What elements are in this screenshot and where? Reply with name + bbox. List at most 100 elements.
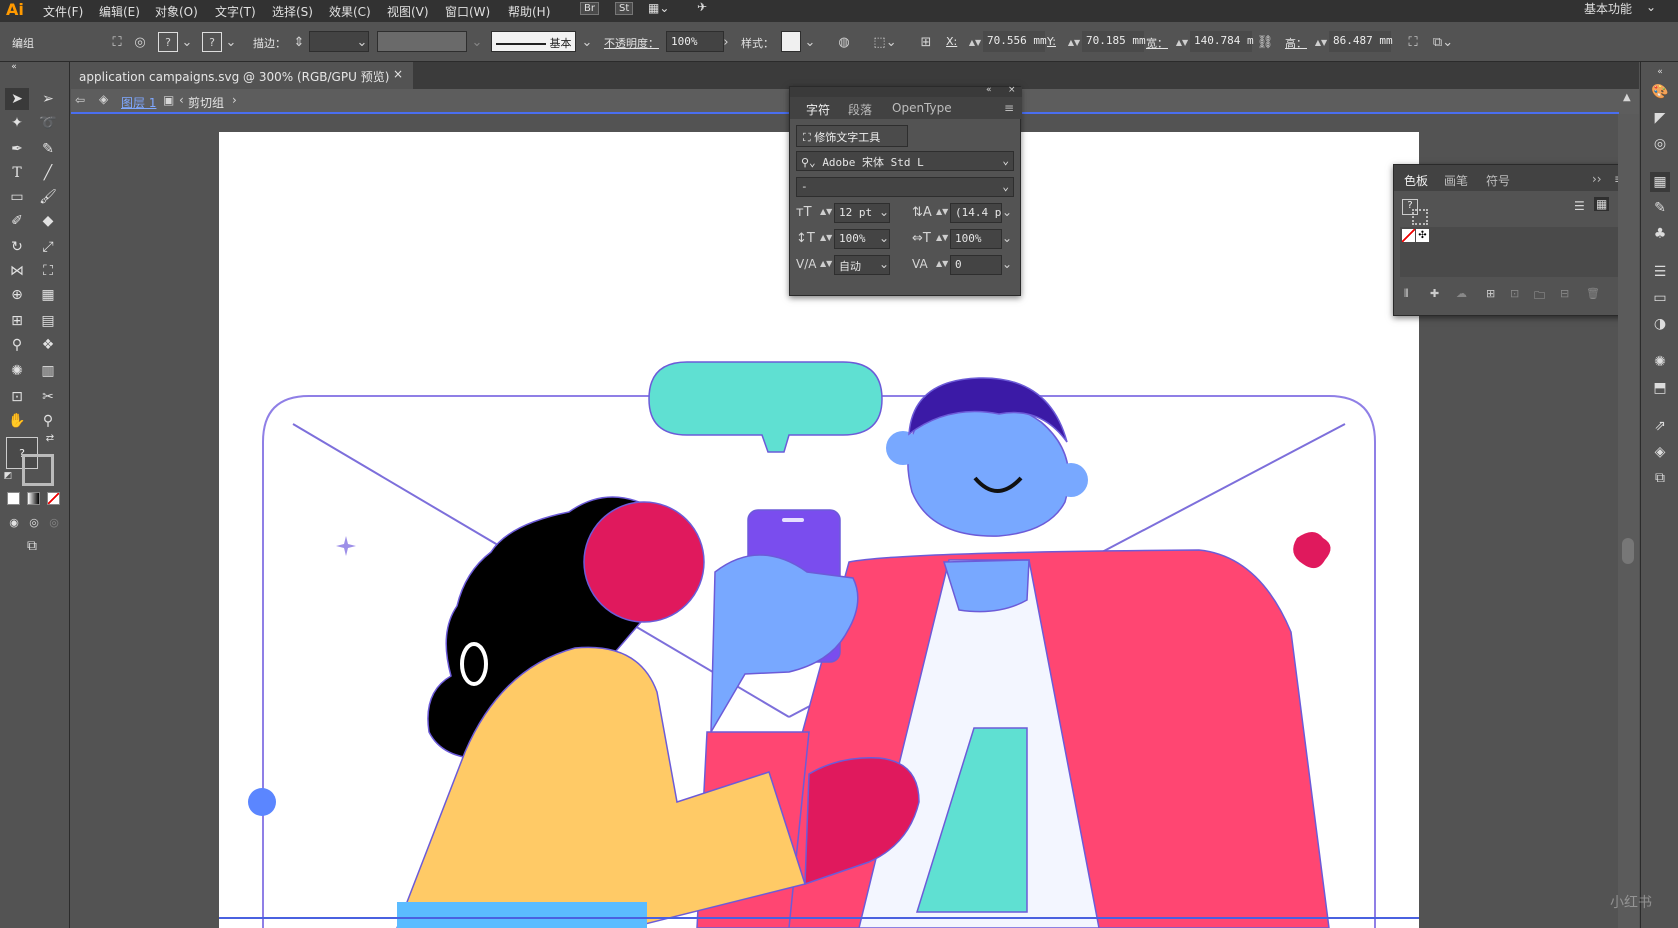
layers-panel-icon[interactable]: ◈ — [1650, 442, 1670, 462]
arrange-icon[interactable]: ⧉⌄ — [1433, 32, 1453, 52]
graphic-style-swatch[interactable] — [781, 31, 801, 52]
scale-tool-icon[interactable]: ⤢ — [36, 236, 60, 258]
width-field[interactable]: 140.784 m — [1190, 31, 1254, 52]
none-mode-icon[interactable] — [47, 492, 60, 505]
font-size-stepper[interactable]: ▲▼ — [820, 207, 832, 216]
eraser-tool-icon[interactable]: ◆ — [36, 210, 60, 232]
font-size-chevron-icon[interactable]: ⌄ — [879, 205, 889, 219]
horizontal-scale-chevron-icon[interactable]: ⌄ — [1002, 231, 1012, 245]
style-chevron-icon[interactable]: ⌄ — [800, 32, 820, 52]
shape-builder-tool-icon[interactable]: ⊕ — [5, 284, 29, 306]
menu-view[interactable]: 视图(V) — [387, 3, 429, 20]
menu-effect[interactable]: 效果(C) — [329, 3, 371, 20]
delete-swatch-icon[interactable]: 🗑 — [1586, 287, 1600, 300]
rotate-tool-icon[interactable]: ↻ — [5, 236, 29, 258]
artboards-panel-icon[interactable]: ⧉ — [1650, 468, 1670, 488]
tab-symbols[interactable]: 符号 — [1486, 172, 1510, 189]
document-setup-icon[interactable]: ◍ — [834, 32, 854, 52]
symbol-sprayer-tool-icon[interactable]: ✺ — [5, 360, 29, 382]
color-guide-icon[interactable]: ◤ — [1650, 108, 1670, 128]
tab-swatches[interactable]: 色板 — [1404, 172, 1428, 189]
color-mode-icon[interactable] — [7, 492, 20, 505]
free-transform-tool-icon[interactable]: ⛶ — [36, 260, 60, 282]
leading-field[interactable]: (14.4 p — [950, 203, 1002, 223]
draw-inside-icon[interactable]: ◎ — [42, 511, 66, 533]
slice-tool-icon[interactable]: ✂ — [36, 386, 60, 408]
workspace-switcher[interactable]: 基本功能 — [1584, 0, 1632, 17]
collapse-tools-icon[interactable]: « — [2, 62, 26, 72]
stroke-chevron-icon[interactable]: ⌄ — [221, 32, 241, 52]
horizontal-scale-stepper[interactable]: ▲▼ — [936, 233, 948, 242]
tab-character[interactable]: 字符 — [806, 101, 830, 118]
recolor-icon[interactable]: ◎ — [130, 32, 150, 52]
gpu-performance-icon[interactable]: ✈ — [697, 0, 707, 14]
stroke-panel-icon[interactable]: ☰ — [1650, 262, 1670, 282]
swatch-options-icon[interactable]: ⊡ — [1510, 287, 1519, 300]
selection-tool-icon[interactable]: ➤ — [5, 88, 29, 110]
font-family-field[interactable]: ⚲⌄ Adobe 宋体 Std L ⌄ — [796, 151, 1014, 171]
swap-fill-stroke-icon[interactable]: ⇄ — [44, 432, 56, 444]
height-field[interactable]: 86.487 mm — [1329, 31, 1393, 52]
app-logo[interactable]: Ai — [6, 0, 24, 19]
type-tool-icon[interactable]: T — [5, 162, 29, 184]
reference-point-icon[interactable]: ⊞ — [916, 32, 936, 52]
vertical-scale-stepper[interactable]: ▲▼ — [820, 233, 832, 242]
panel-collapse-icon[interactable]: « — [986, 85, 992, 95]
profile-chevron-icon[interactable]: ⌄ — [467, 32, 487, 52]
font-style-chevron-icon[interactable]: ⌄ — [1002, 180, 1009, 193]
brush-chevron-icon[interactable]: ⌄ — [577, 32, 597, 52]
arrange-documents-icon[interactable]: ▦⌄ — [648, 1, 669, 15]
brushes-panel-icon[interactable]: ✎ — [1650, 198, 1670, 218]
rectangle-tool-icon[interactable]: ▭ — [5, 186, 29, 208]
default-colors-icon[interactable]: ◩ — [2, 470, 14, 482]
swatches-panel-icon[interactable]: ▦ — [1650, 172, 1670, 192]
tab-paragraph[interactable]: 段落 — [848, 101, 872, 118]
perspective-grid-tool-icon[interactable]: ▦ — [36, 284, 60, 306]
constrain-proportions-icon[interactable]: ⛓ — [1255, 32, 1275, 52]
menu-select[interactable]: 选择(S) — [272, 3, 313, 20]
isolate-group-icon[interactable]: ⛶ — [107, 32, 127, 52]
new-swatch-icon[interactable]: ⊟ — [1560, 287, 1569, 300]
pen-tool-icon[interactable]: ✒ — [5, 138, 29, 160]
variable-width-profile[interactable] — [377, 31, 467, 52]
fill-swatch-button[interactable]: ? — [158, 32, 178, 52]
layer-name[interactable]: 图层 1 — [121, 94, 156, 111]
width-stepper[interactable]: ▲▼ — [1172, 32, 1192, 52]
collapse-dock-icon[interactable]: « — [1650, 62, 1670, 82]
recolor-panel-icon[interactable]: ◎ — [1650, 134, 1670, 154]
symbols-panel-icon[interactable]: ♣ — [1650, 224, 1670, 244]
color-panel-icon[interactable]: 🎨 — [1650, 82, 1670, 102]
current-stroke-swatch[interactable] — [1412, 209, 1428, 225]
line-tool-icon[interactable]: ╱ — [36, 162, 60, 184]
brush-definition-field[interactable]: 基本 — [491, 31, 576, 52]
vertical-scrollbar[interactable]: ▲ — [1618, 92, 1639, 928]
panel-close-icon[interactable]: × — [1008, 85, 1016, 95]
workspace-chevron-icon[interactable]: ⌄ — [1646, 0, 1656, 14]
direct-selection-tool-icon[interactable]: ➢ — [36, 88, 60, 110]
stroke-weight-chevron-icon[interactable]: ⌄ — [352, 32, 372, 52]
asset-export-panel-icon[interactable]: ⇗ — [1650, 416, 1670, 436]
tracking-stepper[interactable]: ▲▼ — [936, 259, 948, 268]
appearance-panel-icon[interactable]: ✺ — [1650, 352, 1670, 372]
tab-opentype[interactable]: OpenType — [892, 101, 952, 115]
curvature-tool-icon[interactable]: ✎ — [36, 138, 60, 160]
menu-help[interactable]: 帮助(H) — [508, 3, 550, 20]
back-arrow-icon[interactable]: ⇦ — [75, 93, 85, 107]
stock-button[interactable]: St — [615, 2, 634, 15]
stroke-weight-stepper[interactable]: ⇕ — [289, 32, 309, 52]
width-tool-icon[interactable]: ⋈ — [5, 260, 29, 282]
transparency-panel-icon[interactable]: ◑ — [1650, 314, 1670, 334]
x-field[interactable]: 70.556 mm — [983, 31, 1047, 52]
document-tab[interactable]: application campaigns.svg @ 300% (RGB/GP… — [71, 62, 413, 89]
fill-chevron-icon[interactable]: ⌄ — [177, 32, 197, 52]
x-stepper[interactable]: ▲▼ — [965, 32, 985, 52]
kerning-stepper[interactable]: ▲▼ — [820, 259, 832, 268]
list-view-icon[interactable]: ☰ — [1574, 199, 1585, 213]
vertical-scale-chevron-icon[interactable]: ⌄ — [879, 231, 889, 245]
y-field[interactable]: 70.185 mm — [1082, 31, 1146, 52]
magic-wand-tool-icon[interactable]: ✦ — [5, 112, 29, 134]
hand-tool-icon[interactable]: ✋ — [5, 410, 29, 432]
y-stepper[interactable]: ▲▼ — [1064, 32, 1084, 52]
close-tab-icon[interactable]: × — [393, 67, 403, 81]
bridge-button[interactable]: Br — [580, 2, 599, 15]
